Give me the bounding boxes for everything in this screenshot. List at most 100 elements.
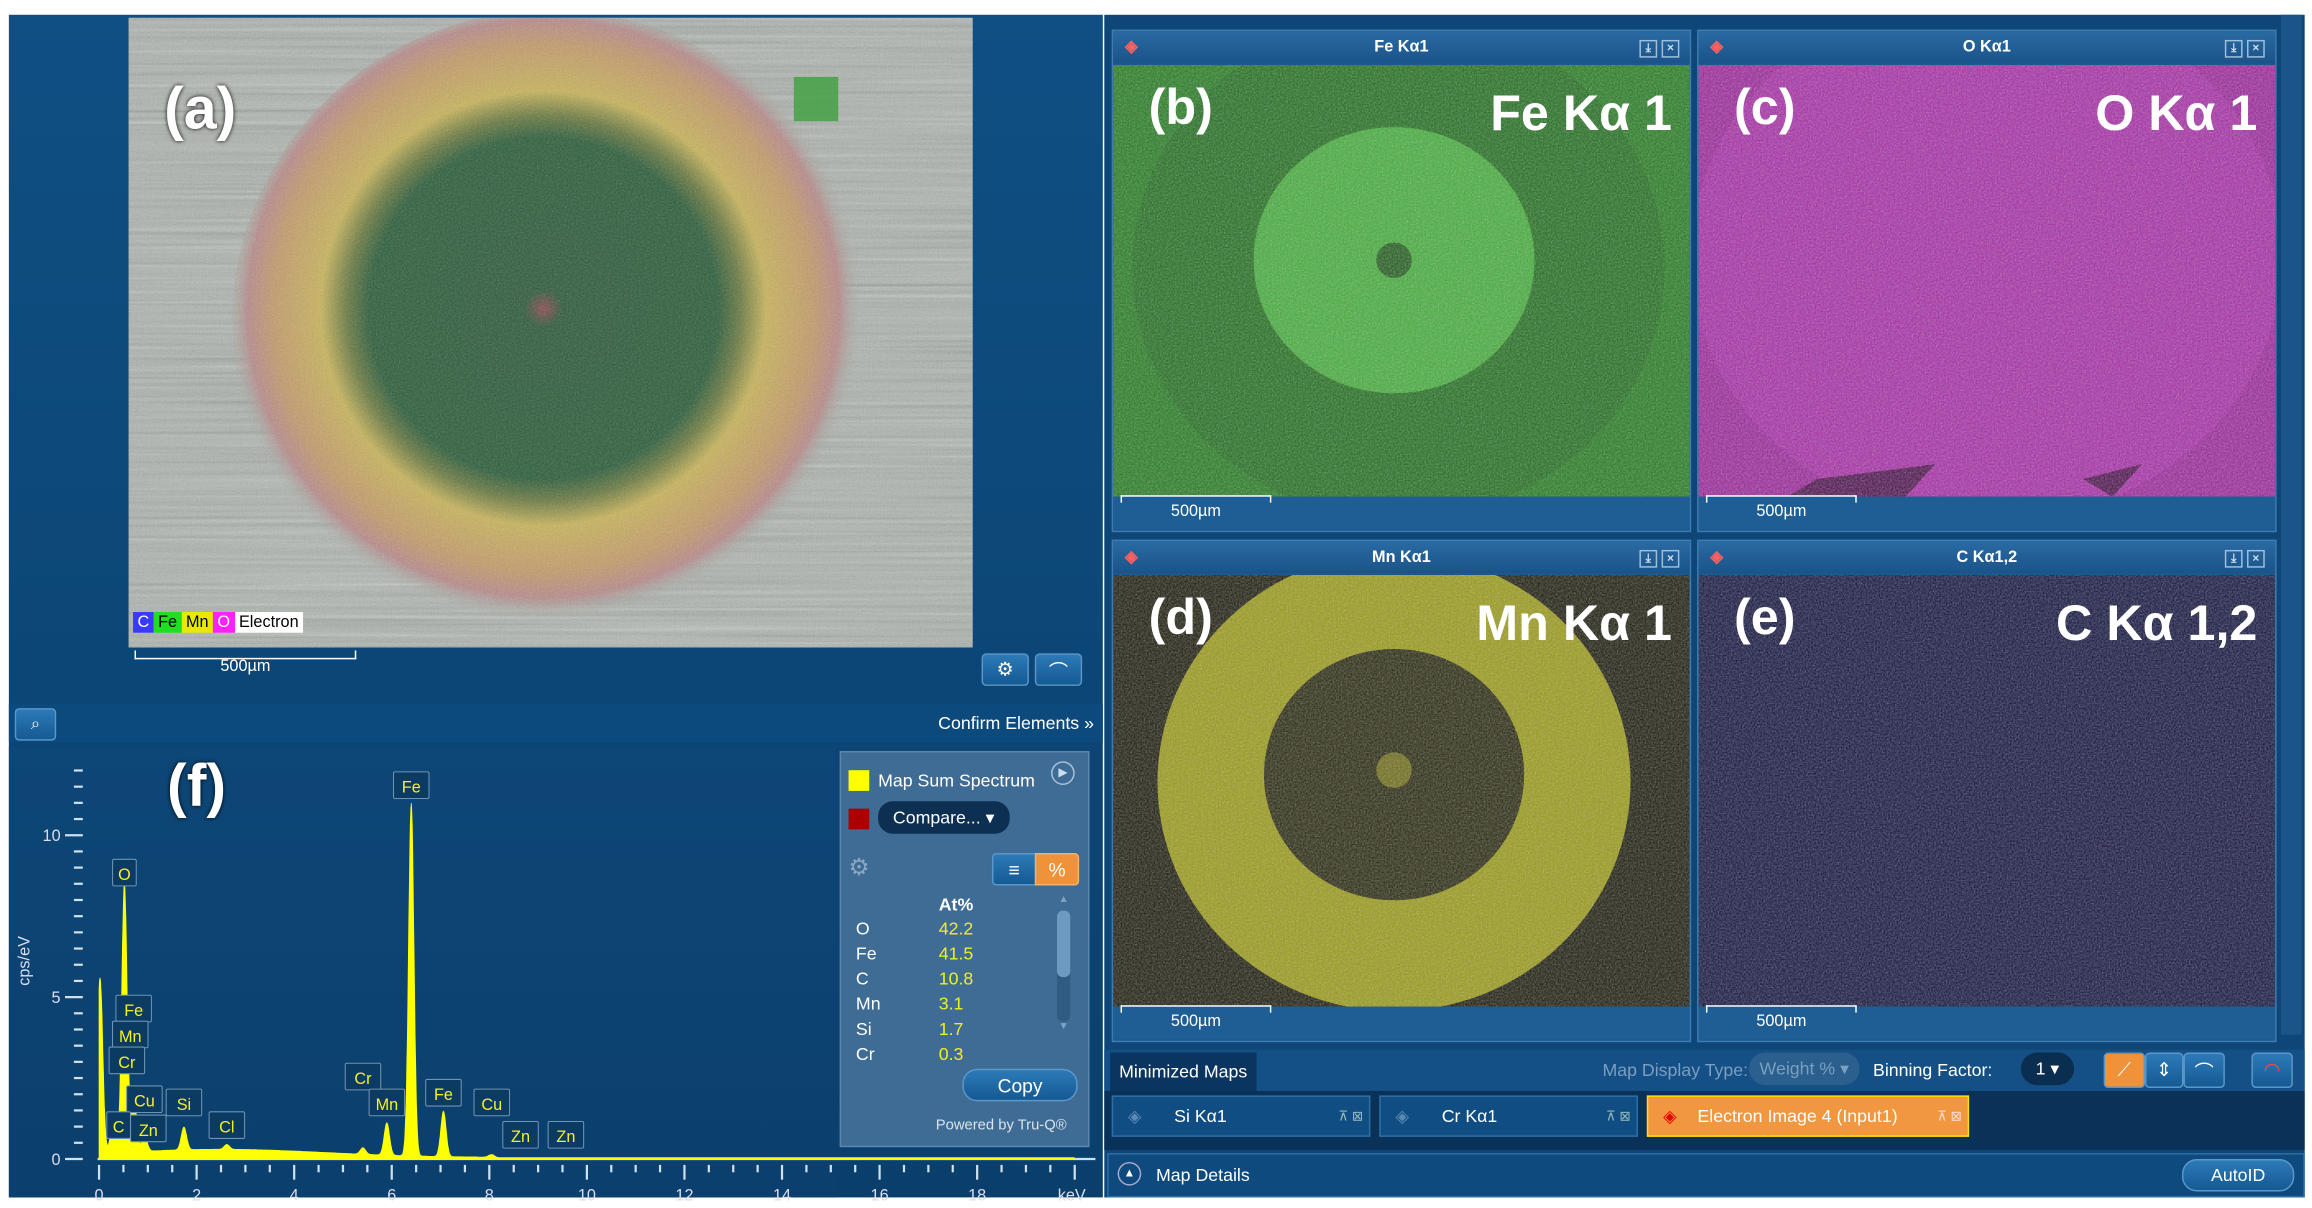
map-image: (e) C Kα 1,2: [1698, 575, 2276, 1007]
quant-row: Si 1.7: [856, 1019, 1033, 1040]
panel-label-f: (f): [167, 753, 227, 819]
map-image: (c) O Kα 1: [1698, 65, 2276, 497]
mini-map-electron-image[interactable]: ◈ Electron Image 4 (Input1) ⊼ ⊠: [1646, 1095, 1970, 1137]
map-header: ◈ Mn Kα1 ⤓ ×: [1113, 541, 1690, 574]
y-tick-label: 0: [52, 1151, 61, 1169]
collapse-button[interactable]: ⇕: [2145, 1052, 2184, 1089]
peak-label: Cu: [481, 1096, 502, 1114]
autoid-button[interactable]: AutoID: [2181, 1158, 2295, 1192]
map-details-label: Map Details: [1156, 1164, 1250, 1186]
restore-close-icons[interactable]: ⊼ ⊠: [1937, 1108, 1962, 1124]
layers-icon: ◈: [1710, 38, 1723, 57]
confirm-elements-link[interactable]: Confirm Elements »: [938, 713, 1094, 734]
x-tick-label: 4: [290, 1186, 299, 1204]
legend-mn[interactable]: Mn: [181, 612, 213, 633]
map-header: ◈ O Kα1 ⤓ ×: [1698, 31, 2276, 64]
x-tick-label: 18: [968, 1186, 986, 1204]
tab-minimized-maps[interactable]: Minimized Maps: [1110, 1052, 1257, 1091]
minimize-map-button[interactable]: ⤓: [1639, 39, 1658, 58]
mini-map-si[interactable]: ◈ Si Kα1 ⊼ ⊠: [1111, 1095, 1371, 1137]
x-tick-label: 14: [773, 1186, 791, 1204]
percent-view-button[interactable]: %: [1034, 852, 1080, 886]
linear-scale-button[interactable]: ⟋: [2103, 1052, 2146, 1089]
spectrum-header: ⌕ Confirm Elements »: [8, 703, 1103, 743]
layers-icon: ◈: [1663, 1105, 1677, 1127]
restore-close-icons[interactable]: ⊼ ⊠: [1338, 1108, 1363, 1124]
element-name: O: [855, 918, 870, 939]
quant-row: Mn 3.1: [856, 993, 1033, 1014]
peak-label: Zn: [556, 1128, 575, 1146]
copy-button[interactable]: Copy: [962, 1068, 1078, 1102]
color-palette-button[interactable]: ◠: [2251, 1052, 2293, 1089]
element-name: Cr: [855, 1043, 875, 1065]
expand-icon[interactable]: ▲: [1117, 1161, 1142, 1186]
peak-label: Zn: [139, 1122, 158, 1140]
element-map-4[interactable]: ◈ C Kα1,2 ⤓ × (e) C Kα 1,2 500µm: [1697, 539, 2277, 1043]
map-header: ◈ Fe Kα1 ⤓ ×: [1113, 31, 1690, 64]
binning-dropdown[interactable]: 1 ▾: [2020, 1052, 2075, 1086]
display-type-label: Map Display Type:: [1602, 1059, 1749, 1081]
spectrum-plot[interactable]: 0 2 4 6 8 10 12 14 16 18 0 5 10 cps/eV keV Fe O Fe Mn Cr Cu C…: [8, 746, 1096, 1204]
map-title: C Kα1,2: [1956, 548, 2018, 567]
peak-label: Mn: [119, 1028, 142, 1046]
map-header: ◈ C Kα1,2 ⤓ ×: [1698, 541, 2276, 574]
layers-icon: ◈: [1124, 548, 1138, 567]
display-type-dropdown[interactable]: Weight % ▾: [1748, 1052, 1860, 1086]
close-map-button[interactable]: ×: [1661, 39, 1680, 58]
at-percent-value: 1.7: [938, 1018, 964, 1040]
layers-icon: ◈: [1127, 1105, 1142, 1127]
map-panel-label: (d): [1148, 589, 1213, 647]
settings-brightness-button[interactable]: ⚙: [981, 653, 1029, 686]
legend-electron[interactable]: Electron: [234, 612, 304, 633]
peak-label: Cu: [134, 1093, 155, 1111]
close-map-button[interactable]: ×: [2247, 39, 2265, 58]
minimized-maps-bar: Minimized Maps Map Display Type: Weight …: [1104, 1049, 2305, 1091]
y-axis-label: cps/eV: [16, 936, 34, 986]
element-map-2[interactable]: ◈ O Kα1 ⤓ × (c) O Kα 1 500µm: [1697, 29, 2277, 533]
minimize-map-button[interactable]: ⤓: [2224, 549, 2243, 568]
collapse-icon: ⇕: [2156, 1058, 2173, 1081]
element-map-1[interactable]: ◈ Fe Kα1 ⤓ × (b) Fe Kα 1 500µm: [1111, 29, 1692, 533]
peak-label: Fe: [124, 1002, 143, 1020]
y-tick-label: 10: [43, 827, 61, 845]
element-name: C: [855, 968, 869, 989]
play-button[interactable]: ▶: [1051, 761, 1075, 785]
vertical-scrollbar[interactable]: [2281, 14, 2302, 1035]
x-tick-label: 10: [578, 1186, 596, 1204]
curve-button[interactable]: ⌒: [1034, 653, 1083, 686]
element-name: Si: [855, 1018, 872, 1040]
compare-dropdown[interactable]: Compare... ▾: [878, 801, 1010, 834]
powered-by: Powered by Tru-Q®: [935, 1117, 1067, 1134]
list-view-button[interactable]: ≡: [991, 852, 1037, 886]
element-map-3[interactable]: ◈ Mn Kα1 ⤓ × (d) Mn Kα 1 500µm: [1111, 539, 1692, 1043]
quant-row: O 42.2: [856, 918, 1033, 939]
mini-map-cr[interactable]: ◈ Cr Kα1 ⊼ ⊠: [1379, 1095, 1638, 1137]
at-percent-value: 10.8: [938, 968, 974, 989]
legend-fe[interactable]: Fe: [153, 612, 182, 633]
map-panel-label: (e): [1734, 589, 1796, 647]
minimize-map-button[interactable]: ⤓: [1639, 549, 1658, 568]
table-scrollbar[interactable]: ▲ ▼: [1056, 894, 1071, 1054]
spectrum-zoom-button[interactable]: ⌕: [14, 708, 57, 741]
restore-close-icons[interactable]: ⊼ ⊠: [1606, 1108, 1631, 1124]
linear-icon: ⟋: [2117, 1058, 2132, 1081]
quant-row: Fe 41.5: [856, 943, 1033, 964]
electron-image-overlay[interactable]: (a) C Fe Mn O Electron: [128, 17, 973, 648]
layer-legend: C Fe Mn O Electron: [133, 612, 304, 633]
curve-icon: ⌒: [1048, 660, 1069, 683]
close-map-button[interactable]: ×: [1661, 549, 1680, 568]
legend-o[interactable]: O: [212, 612, 235, 633]
legend-c[interactable]: C: [133, 612, 154, 633]
map-details-bar[interactable]: ▲ Map Details AutoID: [1107, 1153, 2305, 1198]
peak-label: Cr: [118, 1054, 136, 1072]
at-percent-value: 0.3: [938, 1043, 964, 1065]
close-map-button[interactable]: ×: [2247, 549, 2265, 568]
minimize-map-button[interactable]: ⤓: [2224, 39, 2243, 58]
map-scale-bar: 500µm: [1170, 1012, 1221, 1031]
curve-scale-button[interactable]: ⌒: [2183, 1052, 2225, 1089]
layers-icon: ◈: [1710, 548, 1723, 567]
series-label: Map Sum Spectrum: [878, 770, 1035, 791]
map-title: Fe Kα1: [1374, 38, 1429, 57]
x-axis-label: keV: [1058, 1186, 1086, 1204]
settings-gear-icon[interactable]: ⚙: [849, 853, 870, 883]
